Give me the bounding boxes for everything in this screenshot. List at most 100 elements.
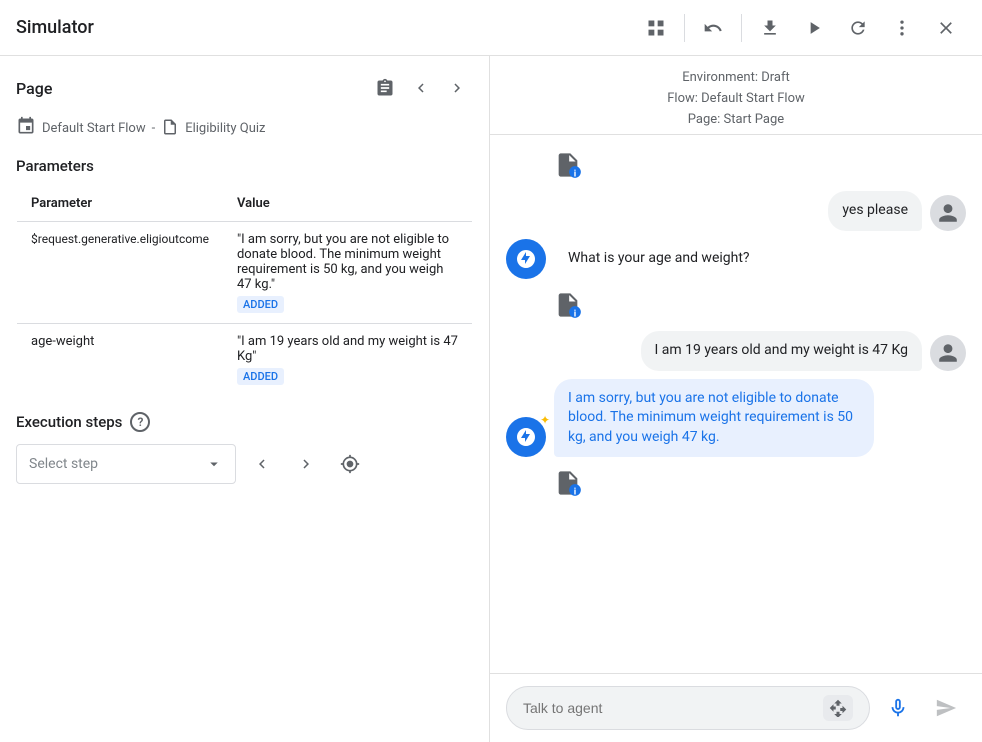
mic-icon — [887, 697, 909, 719]
chevron-down-icon — [205, 455, 223, 473]
divider-1 — [684, 14, 685, 42]
svg-text:i: i — [574, 309, 576, 319]
agent-avatar-ai: ✦ — [506, 417, 546, 457]
svg-text:i: i — [574, 169, 576, 179]
grid-view-button[interactable] — [636, 8, 676, 48]
more-button[interactable] — [882, 8, 922, 48]
next-page-button[interactable] — [441, 72, 473, 104]
parameters-title: Parameters — [16, 157, 473, 175]
param-value-2: "I am 19 years old and my weight is 47 K… — [223, 324, 473, 396]
msg-row-agent-1: What is your age and weight? — [506, 239, 966, 279]
execution-steps-section: Execution steps ? Select step — [16, 412, 473, 484]
col-header-value: Value — [223, 186, 473, 222]
help-icon[interactable]: ? — [130, 412, 150, 432]
next-step-button[interactable] — [288, 446, 324, 482]
next-step-icon — [297, 455, 315, 473]
right-panel: Environment: Draft Flow: Default Start F… — [490, 56, 982, 742]
sparkle-icon: ✦ — [540, 413, 550, 427]
chat-input-wrap[interactable] — [506, 686, 870, 730]
avatar-user-1 — [930, 195, 966, 231]
left-panel: Page — [0, 56, 490, 742]
doc-icon-2: i — [554, 287, 582, 323]
clipboard-icon-btn[interactable] — [369, 72, 401, 104]
undo-icon — [703, 18, 723, 38]
msg-bubble-agent-1: What is your age and weight? — [554, 239, 764, 279]
execution-steps-header: Execution steps ? — [16, 412, 473, 432]
prev-step-icon — [253, 455, 271, 473]
agent-avatar-1 — [506, 239, 546, 279]
download-button[interactable] — [750, 8, 790, 48]
chevron-left-icon — [412, 79, 430, 97]
breadcrumb: Default Start Flow - Eligibility Quiz — [16, 116, 473, 141]
avatar-user-2 — [930, 335, 966, 371]
doc-icon-row-3: i — [506, 465, 966, 501]
table-row: $request.generative.eligioutcome "I am s… — [17, 222, 473, 324]
topbar-actions — [636, 8, 966, 48]
mic-button[interactable] — [878, 688, 918, 728]
main-layout: Page — [0, 56, 982, 742]
badge-added-1: ADDED — [237, 296, 284, 313]
select-step-dropdown[interactable]: Select step — [16, 444, 236, 484]
target-icon — [340, 454, 360, 474]
env-line1: Environment: Draft — [490, 68, 982, 89]
select-step-label: Select step — [29, 456, 98, 472]
chat-input[interactable] — [523, 700, 815, 716]
environment-info: Environment: Draft Flow: Default Start F… — [490, 56, 982, 135]
prev-step-button[interactable] — [244, 446, 280, 482]
msg-bubble-user-2: I am 19 years old and my weight is 47 Kg — [641, 331, 922, 371]
msg-bubble-user-1: yes please — [828, 191, 922, 231]
page-navigation — [369, 72, 473, 104]
msg-bubble-agent-ai: I am sorry, but you are not eligible to … — [554, 379, 874, 458]
breadcrumb-separator: - — [152, 121, 156, 136]
msg-row-user-1: yes please — [506, 191, 966, 231]
play-icon — [804, 18, 824, 38]
col-header-parameter: Parameter — [17, 186, 223, 222]
target-step-button[interactable] — [332, 446, 368, 482]
clipboard-icon — [375, 78, 395, 98]
param-name-2: age-weight — [17, 324, 223, 396]
msg-row-agent-ai: ✦ I am sorry, but you are not eligible t… — [506, 379, 966, 458]
more-icon — [892, 18, 912, 38]
param-value-1: "I am sorry, but you are not eligible to… — [223, 222, 473, 324]
import-icon — [829, 699, 847, 717]
flow-name: Default Start Flow — [42, 121, 146, 136]
page-section-header: Page — [16, 72, 473, 104]
send-button[interactable] — [926, 688, 966, 728]
page-section-title: Page — [16, 79, 52, 98]
close-button[interactable] — [926, 8, 966, 48]
send-icon — [935, 697, 957, 719]
close-icon — [936, 18, 956, 38]
svg-text:i: i — [574, 487, 576, 497]
undo-button[interactable] — [693, 8, 733, 48]
page-name: Eligibility Quiz — [185, 121, 265, 136]
msg-row-user-2: I am 19 years old and my weight is 47 Kg — [506, 331, 966, 371]
execution-controls: Select step — [16, 444, 473, 484]
env-line2: Flow: Default Start Flow — [490, 89, 982, 110]
env-line3: Page: Start Page — [490, 110, 982, 131]
param-name-1: $request.generative.eligioutcome — [17, 222, 223, 324]
flow-icon — [16, 116, 36, 141]
page-doc-icon — [161, 118, 179, 140]
refresh-button[interactable] — [838, 8, 878, 48]
topbar: Simulator — [0, 0, 982, 56]
chevron-right-icon — [448, 79, 466, 97]
execution-steps-title: Execution steps — [16, 413, 122, 431]
divider-2 — [741, 14, 742, 42]
chat-area: i yes please W — [490, 135, 982, 673]
play-button[interactable] — [794, 8, 834, 48]
refresh-icon — [848, 18, 868, 38]
parameters-section: Parameters Parameter Value $request.gene… — [16, 157, 473, 396]
doc-icon-3: i — [554, 465, 582, 501]
import-button[interactable] — [823, 695, 853, 721]
doc-icon-row-1: i — [506, 147, 966, 183]
grid-icon — [646, 18, 666, 38]
download-icon — [760, 18, 780, 38]
doc-icon-row-2: i — [506, 287, 966, 323]
badge-added-2: ADDED — [237, 368, 284, 385]
parameters-table: Parameter Value $request.generative.elig… — [16, 185, 473, 396]
prev-page-button[interactable] — [405, 72, 437, 104]
table-row: age-weight "I am 19 years old and my wei… — [17, 324, 473, 396]
doc-icon-1: i — [554, 147, 582, 183]
app-title: Simulator — [16, 17, 94, 38]
chat-input-area — [490, 673, 982, 742]
